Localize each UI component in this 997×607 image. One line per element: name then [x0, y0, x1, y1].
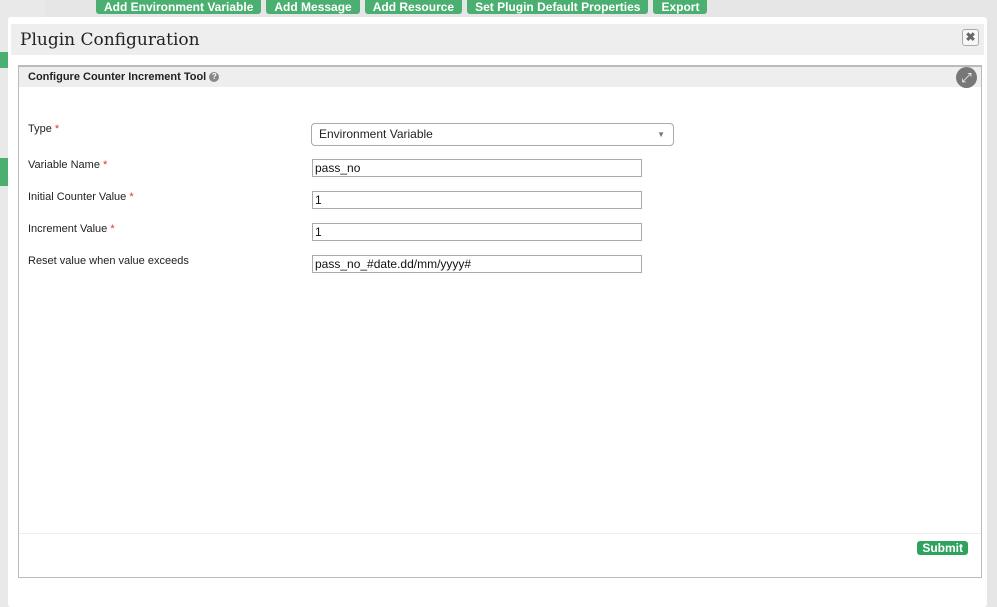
reset-input[interactable]: pass_no_#date.dd/mm/yyyy#: [312, 255, 642, 273]
variable-name-input[interactable]: pass_no: [312, 159, 642, 177]
add-resource-button[interactable]: Add Resource: [364, 0, 463, 14]
modal-header: Plugin Configuration ✖: [11, 24, 984, 55]
increment-label: Increment Value: [28, 223, 108, 235]
reset-label: Reset value when value exceeds: [28, 255, 189, 267]
background-toolbar: Add Environment Variable Add Message Add…: [96, 0, 708, 14]
modal-title: Plugin Configuration: [20, 30, 200, 50]
chevron-down-icon: ▼: [657, 130, 665, 139]
required-marker: *: [129, 191, 134, 203]
add-message-button[interactable]: Add Message: [266, 0, 360, 14]
type-select[interactable]: Environment Variable ▼: [311, 123, 674, 146]
variable-name-label: Variable Name: [28, 159, 100, 171]
help-icon[interactable]: ?: [209, 72, 220, 83]
export-button[interactable]: Export: [653, 0, 708, 14]
required-marker: *: [110, 223, 115, 235]
set-plugin-default-properties-button[interactable]: Set Plugin Default Properties: [467, 0, 649, 14]
close-icon[interactable]: ✖: [962, 29, 979, 46]
required-marker: *: [103, 159, 108, 171]
type-select-value: Environment Variable: [319, 127, 433, 141]
initial-counter-label: Initial Counter Value: [28, 191, 127, 203]
type-label: Type: [28, 123, 52, 135]
required-marker: *: [54, 123, 60, 135]
expand-icon[interactable]: ⤢: [956, 67, 977, 88]
plugin-configuration-modal: Plugin Configuration ✖ Configure Counter…: [8, 17, 987, 607]
panel-header: Configure Counter Increment Tool ? ⤢: [19, 67, 981, 88]
config-panel: Configure Counter Increment Tool ? ⤢ Typ…: [18, 65, 982, 578]
increment-input[interactable]: 1: [312, 223, 642, 241]
submit-button[interactable]: Submit: [917, 541, 968, 555]
initial-counter-input[interactable]: 1: [312, 191, 642, 209]
add-environment-variable-button[interactable]: Add Environment Variable: [96, 0, 262, 14]
panel-title: Configure Counter Increment Tool: [28, 71, 207, 83]
panel-footer-divider: [19, 533, 981, 534]
